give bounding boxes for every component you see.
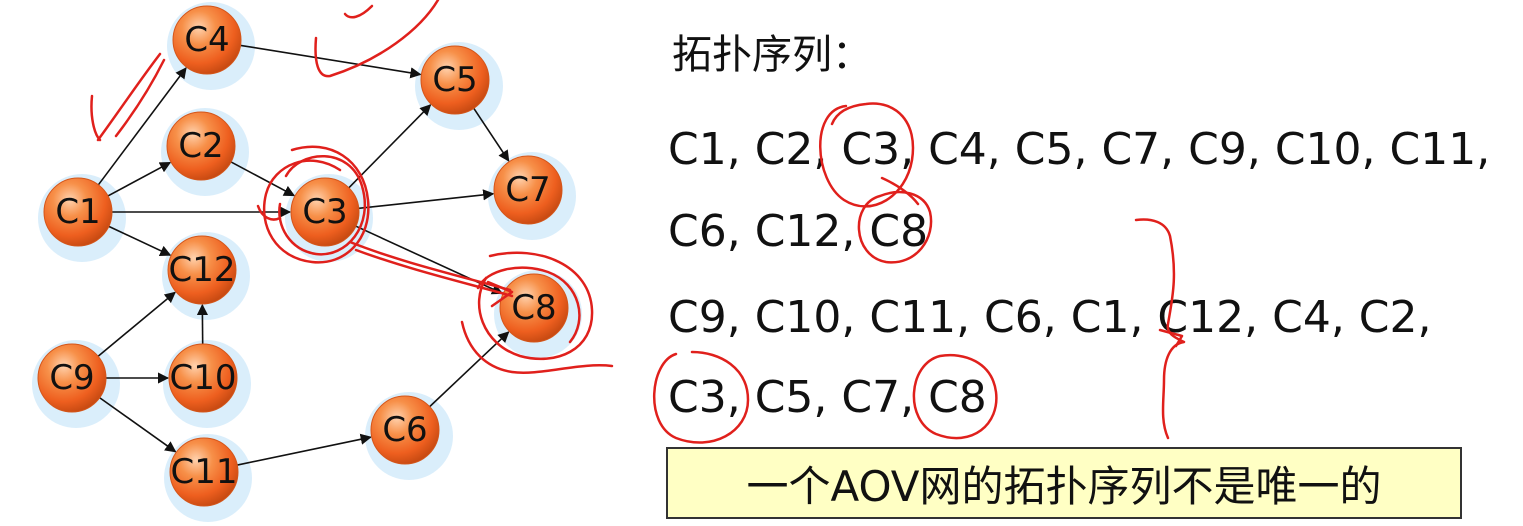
edge-c6-c8 — [429, 331, 510, 408]
node-label-c1: C1 — [55, 192, 100, 232]
edge-c1-c2 — [107, 161, 172, 197]
topological-sequence-title: 拓扑序列： — [672, 32, 872, 78]
sequence-2-line-2: C3, C5, C7, C8 — [668, 372, 987, 423]
node-label-c5: C5 — [432, 60, 477, 100]
node-label-c4: C4 — [184, 20, 229, 60]
edge-c9-c12 — [97, 291, 176, 357]
sequence-1-line-1: C1, C2, C3, C4, C5, C7, C9, C10, C11, — [668, 124, 1491, 175]
node-label-c9: C9 — [49, 358, 94, 398]
ink-stroke — [880, 176, 920, 206]
node-label-c7: C7 — [505, 170, 550, 210]
edge-c5-c7 — [473, 107, 510, 162]
note-text: 一个AOV网的拓扑序列不是唯一的 — [746, 461, 1382, 511]
aov-network-diagram: C4 C5 C2 C3 C7 C1 C12 C8 C9 C10 C6 C11 — [32, 2, 582, 522]
sequence-1-line-2: C6, C12, C8 — [668, 206, 929, 257]
node-label-c8: C8 — [511, 288, 556, 328]
edge-c9-c11 — [99, 397, 177, 453]
node-label-c3: C3 — [302, 192, 347, 232]
sequence-2-line-1: C9, C10, C11, C6, C1, C12, C4, C2, — [668, 292, 1432, 343]
node-label-c11: C11 — [170, 452, 237, 492]
node-label-c6: C6 — [382, 410, 427, 450]
edge-c3-c8 — [355, 225, 504, 295]
edge-c2-c3 — [230, 161, 296, 197]
edge-c3-c7 — [358, 189, 495, 210]
node-label-c12: C12 — [168, 250, 235, 290]
edge-c4-c5 — [240, 44, 422, 79]
edge-c3-c5 — [348, 104, 432, 189]
note-box: 一个AOV网的拓扑序列不是唯一的 — [666, 447, 1462, 519]
edge-c11-c6 — [237, 433, 372, 466]
node-label-c10: C10 — [169, 358, 236, 398]
node-label-c2: C2 — [178, 126, 223, 166]
